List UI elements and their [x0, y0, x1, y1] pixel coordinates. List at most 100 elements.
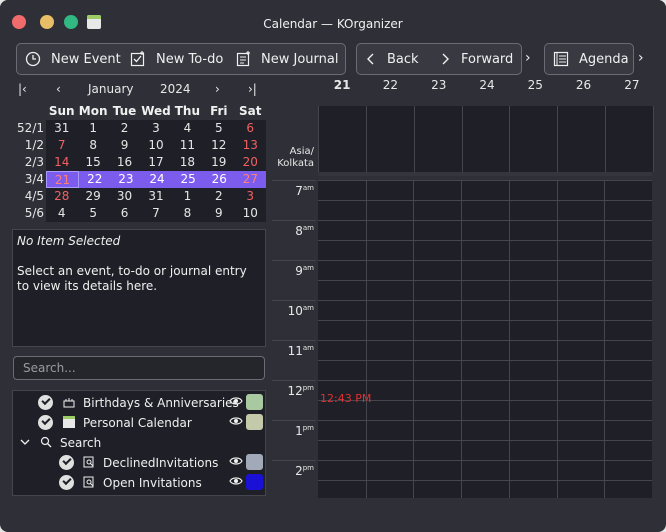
- new-event-button[interactable]: New Event: [25, 44, 121, 74]
- hour-suffix: pm: [302, 384, 314, 392]
- day-cell[interactable]: 7: [140, 205, 171, 222]
- hour-suffix: am: [302, 184, 314, 192]
- calendar-color-swatch[interactable]: [246, 474, 263, 490]
- calendar-color-swatch[interactable]: [246, 414, 263, 430]
- day-cell[interactable]: 6: [109, 205, 140, 222]
- week-number[interactable]: 52/1: [12, 120, 44, 137]
- day-cell[interactable]: 3: [235, 188, 266, 205]
- day-cell[interactable]: 5: [203, 120, 234, 137]
- first-month-icon[interactable]: |‹: [18, 82, 27, 96]
- toolbar-overflow-icon[interactable]: ›: [525, 50, 531, 66]
- day-cell[interactable]: 30: [109, 188, 140, 205]
- day-cell[interactable]: 4: [172, 120, 203, 137]
- new-journal-button[interactable]: New Journal: [235, 44, 338, 74]
- day-cell[interactable]: 18: [172, 154, 203, 171]
- chevron-down-icon[interactable]: [19, 436, 31, 448]
- day-cell[interactable]: 31: [140, 188, 171, 205]
- day-cell[interactable]: 9: [203, 205, 234, 222]
- day-cell[interactable]: 20: [235, 154, 266, 171]
- day-cell[interactable]: 23: [110, 171, 141, 188]
- day-cell[interactable]: 2: [203, 188, 234, 205]
- day-cell[interactable]: 29: [77, 188, 108, 205]
- day-cell[interactable]: 16: [109, 154, 140, 171]
- calendar-color-swatch[interactable]: [246, 394, 263, 410]
- day-cell[interactable]: 11: [172, 137, 203, 154]
- day-cell[interactable]: 28: [46, 188, 77, 205]
- eye-icon[interactable]: [229, 414, 243, 428]
- calendar-item-declined[interactable]: DeclinedInvitations: [13, 453, 267, 473]
- day-column-divider: [509, 180, 510, 498]
- day-cell[interactable]: 4: [46, 205, 77, 222]
- week-row: 31 1 2 3 4 5 6: [46, 120, 266, 137]
- week-number[interactable]: 4/5: [12, 188, 44, 205]
- day-cell[interactable]: 25: [173, 171, 204, 188]
- day-cell[interactable]: 21: [46, 171, 80, 188]
- day-cell[interactable]: 12: [203, 137, 234, 154]
- agenda-date-label[interactable]: 25: [511, 78, 559, 94]
- month-label[interactable]: January: [88, 82, 134, 96]
- week-number[interactable]: 3/4: [12, 171, 44, 188]
- calendar-color-swatch[interactable]: [246, 454, 263, 470]
- day-cell[interactable]: 15: [77, 154, 108, 171]
- day-cell[interactable]: 24: [141, 171, 172, 188]
- day-column-divider: [604, 180, 605, 498]
- back-button[interactable]: Back: [365, 44, 419, 74]
- calendar-label: Open Invitations: [103, 476, 202, 490]
- week-number[interactable]: 2/3: [12, 154, 44, 171]
- new-todo-button[interactable]: New To-do: [130, 44, 223, 74]
- day-cell[interactable]: 26: [204, 171, 235, 188]
- toolbar-overflow-right-icon[interactable]: ›: [638, 50, 644, 66]
- day-cell[interactable]: 22: [79, 171, 110, 188]
- day-cell[interactable]: 1: [172, 188, 203, 205]
- agenda-date-label[interactable]: 21: [318, 78, 366, 94]
- navigation-group: Back Forward: [356, 43, 522, 75]
- checked-icon[interactable]: [38, 415, 53, 430]
- agenda-date-label[interactable]: 23: [415, 78, 463, 94]
- day-cell[interactable]: 8: [77, 137, 108, 154]
- year-label[interactable]: 2024: [160, 82, 191, 96]
- eye-icon[interactable]: [229, 474, 243, 488]
- checked-icon[interactable]: [59, 455, 74, 470]
- day-cell[interactable]: 6: [235, 120, 266, 137]
- day-cell[interactable]: 8: [172, 205, 203, 222]
- search-placeholder: Search...: [23, 361, 76, 375]
- agenda-view-button[interactable]: Agenda: [553, 44, 629, 74]
- day-cell[interactable]: 17: [140, 154, 171, 171]
- time-grid[interactable]: [318, 180, 652, 498]
- agenda-splitter[interactable]: [318, 172, 652, 176]
- calendar-search-input[interactable]: Search...: [13, 356, 265, 380]
- week-number[interactable]: 5/6: [12, 205, 44, 222]
- day-cell[interactable]: 5: [77, 205, 108, 222]
- day-cell[interactable]: 1: [77, 120, 108, 137]
- day-cell[interactable]: 27: [235, 171, 266, 188]
- all-day-area[interactable]: [318, 106, 654, 172]
- day-cell[interactable]: 31: [46, 120, 77, 137]
- next-month-icon[interactable]: ›: [215, 82, 220, 96]
- last-month-icon[interactable]: ›|: [248, 82, 257, 96]
- agenda-date-label[interactable]: 27: [608, 78, 656, 94]
- week-number[interactable]: 1/2: [12, 137, 44, 154]
- calendar-item-personal[interactable]: Personal Calendar: [13, 413, 267, 433]
- previous-month-icon[interactable]: ‹: [56, 82, 61, 96]
- calendar-item-search[interactable]: Search: [13, 433, 267, 453]
- day-cell[interactable]: 10: [235, 205, 266, 222]
- day-cell[interactable]: 9: [109, 137, 140, 154]
- agenda-date-label[interactable]: 26: [559, 78, 607, 94]
- agenda-date-label[interactable]: 22: [366, 78, 414, 94]
- calendar-item-open-invitations[interactable]: Open Invitations: [13, 473, 267, 493]
- calendar-item-birthdays[interactable]: Birthdays & Anniversaries: [13, 393, 267, 413]
- day-cell[interactable]: 3: [140, 120, 171, 137]
- day-cell[interactable]: 19: [203, 154, 234, 171]
- forward-button[interactable]: Forward: [439, 44, 513, 74]
- day-cell[interactable]: 10: [140, 137, 171, 154]
- checked-icon[interactable]: [38, 395, 53, 410]
- checked-icon[interactable]: [59, 475, 74, 490]
- day-cell[interactable]: 14: [46, 154, 77, 171]
- day-cell[interactable]: 13: [235, 137, 266, 154]
- hour-number: 1: [295, 424, 303, 438]
- eye-icon[interactable]: [229, 394, 243, 408]
- day-cell[interactable]: 2: [109, 120, 140, 137]
- eye-icon[interactable]: [229, 454, 243, 468]
- agenda-date-label[interactable]: 24: [463, 78, 511, 94]
- day-cell[interactable]: 7: [46, 137, 77, 154]
